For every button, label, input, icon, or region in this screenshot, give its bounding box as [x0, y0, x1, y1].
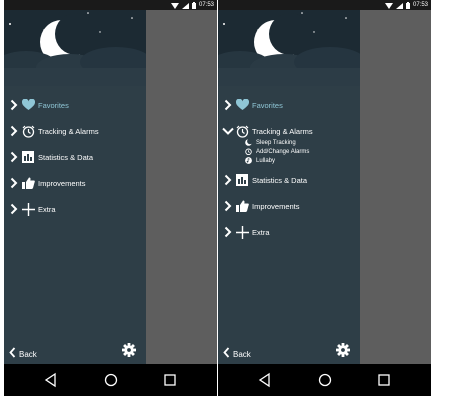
- submenu-item-label: Sleep Tracking: [256, 139, 296, 146]
- back-button[interactable]: Back: [223, 345, 251, 363]
- chevron-right-icon: [222, 199, 234, 213]
- menu-item-extra[interactable]: Extra: [222, 219, 358, 245]
- recents-square-icon[interactable]: [162, 372, 178, 388]
- alarm-clock-icon: [20, 124, 36, 138]
- menu-item-improvements[interactable]: Improvements: [222, 193, 358, 219]
- drawer-footer: Back: [218, 340, 360, 364]
- navigation-bar: [4, 364, 217, 396]
- night-sky-moon-illustration: [4, 10, 146, 86]
- bar-chart-icon: [234, 173, 250, 187]
- menu-item-label: Favorites: [38, 100, 69, 110]
- status-bar: 07:53: [218, 0, 431, 10]
- alarm-clock-icon: [234, 124, 250, 138]
- recents-square-icon[interactable]: [376, 372, 392, 388]
- phone-screen-expanded: 07:53 Favorites Tracking & Alarms Sleep …: [218, 0, 431, 396]
- submenu-item-label: Lullaby: [256, 157, 276, 164]
- menu-item-label: Extra: [38, 204, 56, 214]
- back-button[interactable]: Back: [9, 345, 37, 363]
- navigation-bar: [218, 364, 431, 396]
- menu-item-label: Favorites: [252, 100, 283, 110]
- chevron-left-icon: [223, 345, 230, 363]
- chevron-right-icon: [8, 150, 20, 164]
- menu-item-label: Extra: [252, 227, 270, 237]
- drawer-footer: Back: [4, 340, 146, 364]
- gear-icon[interactable]: [122, 343, 138, 359]
- submenu-item-label: Add/Change Alarms: [256, 148, 310, 155]
- plus-icon: [20, 202, 36, 216]
- menu-item-label: Statistics & Data: [38, 152, 94, 162]
- submenu-item-lullaby[interactable]: Lullaby: [244, 156, 358, 165]
- menu-item-extra[interactable]: Extra: [8, 196, 144, 222]
- menu-item-label: Tracking & Alarms: [252, 126, 313, 136]
- drawer-header: [4, 10, 146, 86]
- menu-item-label: Improvements: [252, 201, 300, 211]
- drawer-menu: Favorites Tracking & Alarms Statistics &…: [8, 92, 144, 222]
- back-label: Back: [233, 349, 251, 359]
- navigation-drawer: Favorites Tracking & Alarms Statistics &…: [4, 10, 146, 364]
- menu-item-statistics-data[interactable]: Statistics & Data: [222, 167, 358, 193]
- status-time: 07:53: [412, 2, 428, 8]
- submenu-item-add-change-alarms[interactable]: Add/Change Alarms: [244, 147, 358, 156]
- gear-icon[interactable]: [336, 343, 352, 359]
- status-bar: 07:53: [4, 0, 217, 10]
- chevron-down-icon: [222, 124, 234, 138]
- thumbs-up-icon: [20, 176, 36, 190]
- back-label: Back: [19, 349, 37, 359]
- menu-item-favorites[interactable]: Favorites: [222, 92, 358, 118]
- alarm-clock-icon: [244, 148, 253, 156]
- heart-icon: [20, 98, 36, 112]
- chevron-right-icon: [222, 98, 234, 112]
- night-sky-moon-illustration: [218, 10, 360, 86]
- menu-item-statistics-data[interactable]: Statistics & Data: [8, 144, 144, 170]
- drawer-header: [218, 10, 360, 86]
- chevron-right-icon: [222, 173, 234, 187]
- plus-icon: [234, 225, 250, 239]
- chevron-right-icon: [8, 98, 20, 112]
- back-triangle-icon[interactable]: [43, 372, 59, 388]
- dimmed-content[interactable]: [360, 10, 431, 364]
- phone-screen-collapsed: 07:53 Favorites Tracking & Alarms Statis…: [4, 0, 217, 396]
- menu-item-tracking-alarms[interactable]: Tracking & Alarms: [8, 118, 144, 144]
- chevron-right-icon: [222, 225, 234, 239]
- music-note-icon: [244, 157, 253, 165]
- menu-item-favorites[interactable]: Favorites: [8, 92, 144, 118]
- bar-chart-icon: [20, 150, 36, 164]
- chevron-left-icon: [9, 345, 16, 363]
- menu-item-label: Improvements: [38, 178, 86, 188]
- chevron-right-icon: [8, 202, 20, 216]
- tracking-alarms-submenu: Sleep Tracking Add/Change Alarms Lullaby: [244, 138, 358, 165]
- drawer-menu: Favorites Tracking & Alarms Sleep Tracki…: [222, 92, 358, 245]
- submenu-item-sleep-tracking[interactable]: Sleep Tracking: [244, 138, 358, 147]
- chevron-right-icon: [8, 176, 20, 190]
- moon-icon: [244, 139, 253, 147]
- back-triangle-icon[interactable]: [257, 372, 273, 388]
- chevron-right-icon: [8, 124, 20, 138]
- dimmed-content[interactable]: [146, 10, 217, 364]
- navigation-drawer: Favorites Tracking & Alarms Sleep Tracki…: [218, 10, 360, 364]
- heart-icon: [234, 98, 250, 112]
- menu-item-label: Statistics & Data: [252, 175, 308, 185]
- home-circle-icon[interactable]: [317, 372, 333, 388]
- menu-item-label: Tracking & Alarms: [38, 126, 99, 136]
- thumbs-up-icon: [234, 199, 250, 213]
- home-circle-icon[interactable]: [103, 372, 119, 388]
- status-time: 07:53: [198, 2, 214, 8]
- menu-item-improvements[interactable]: Improvements: [8, 170, 144, 196]
